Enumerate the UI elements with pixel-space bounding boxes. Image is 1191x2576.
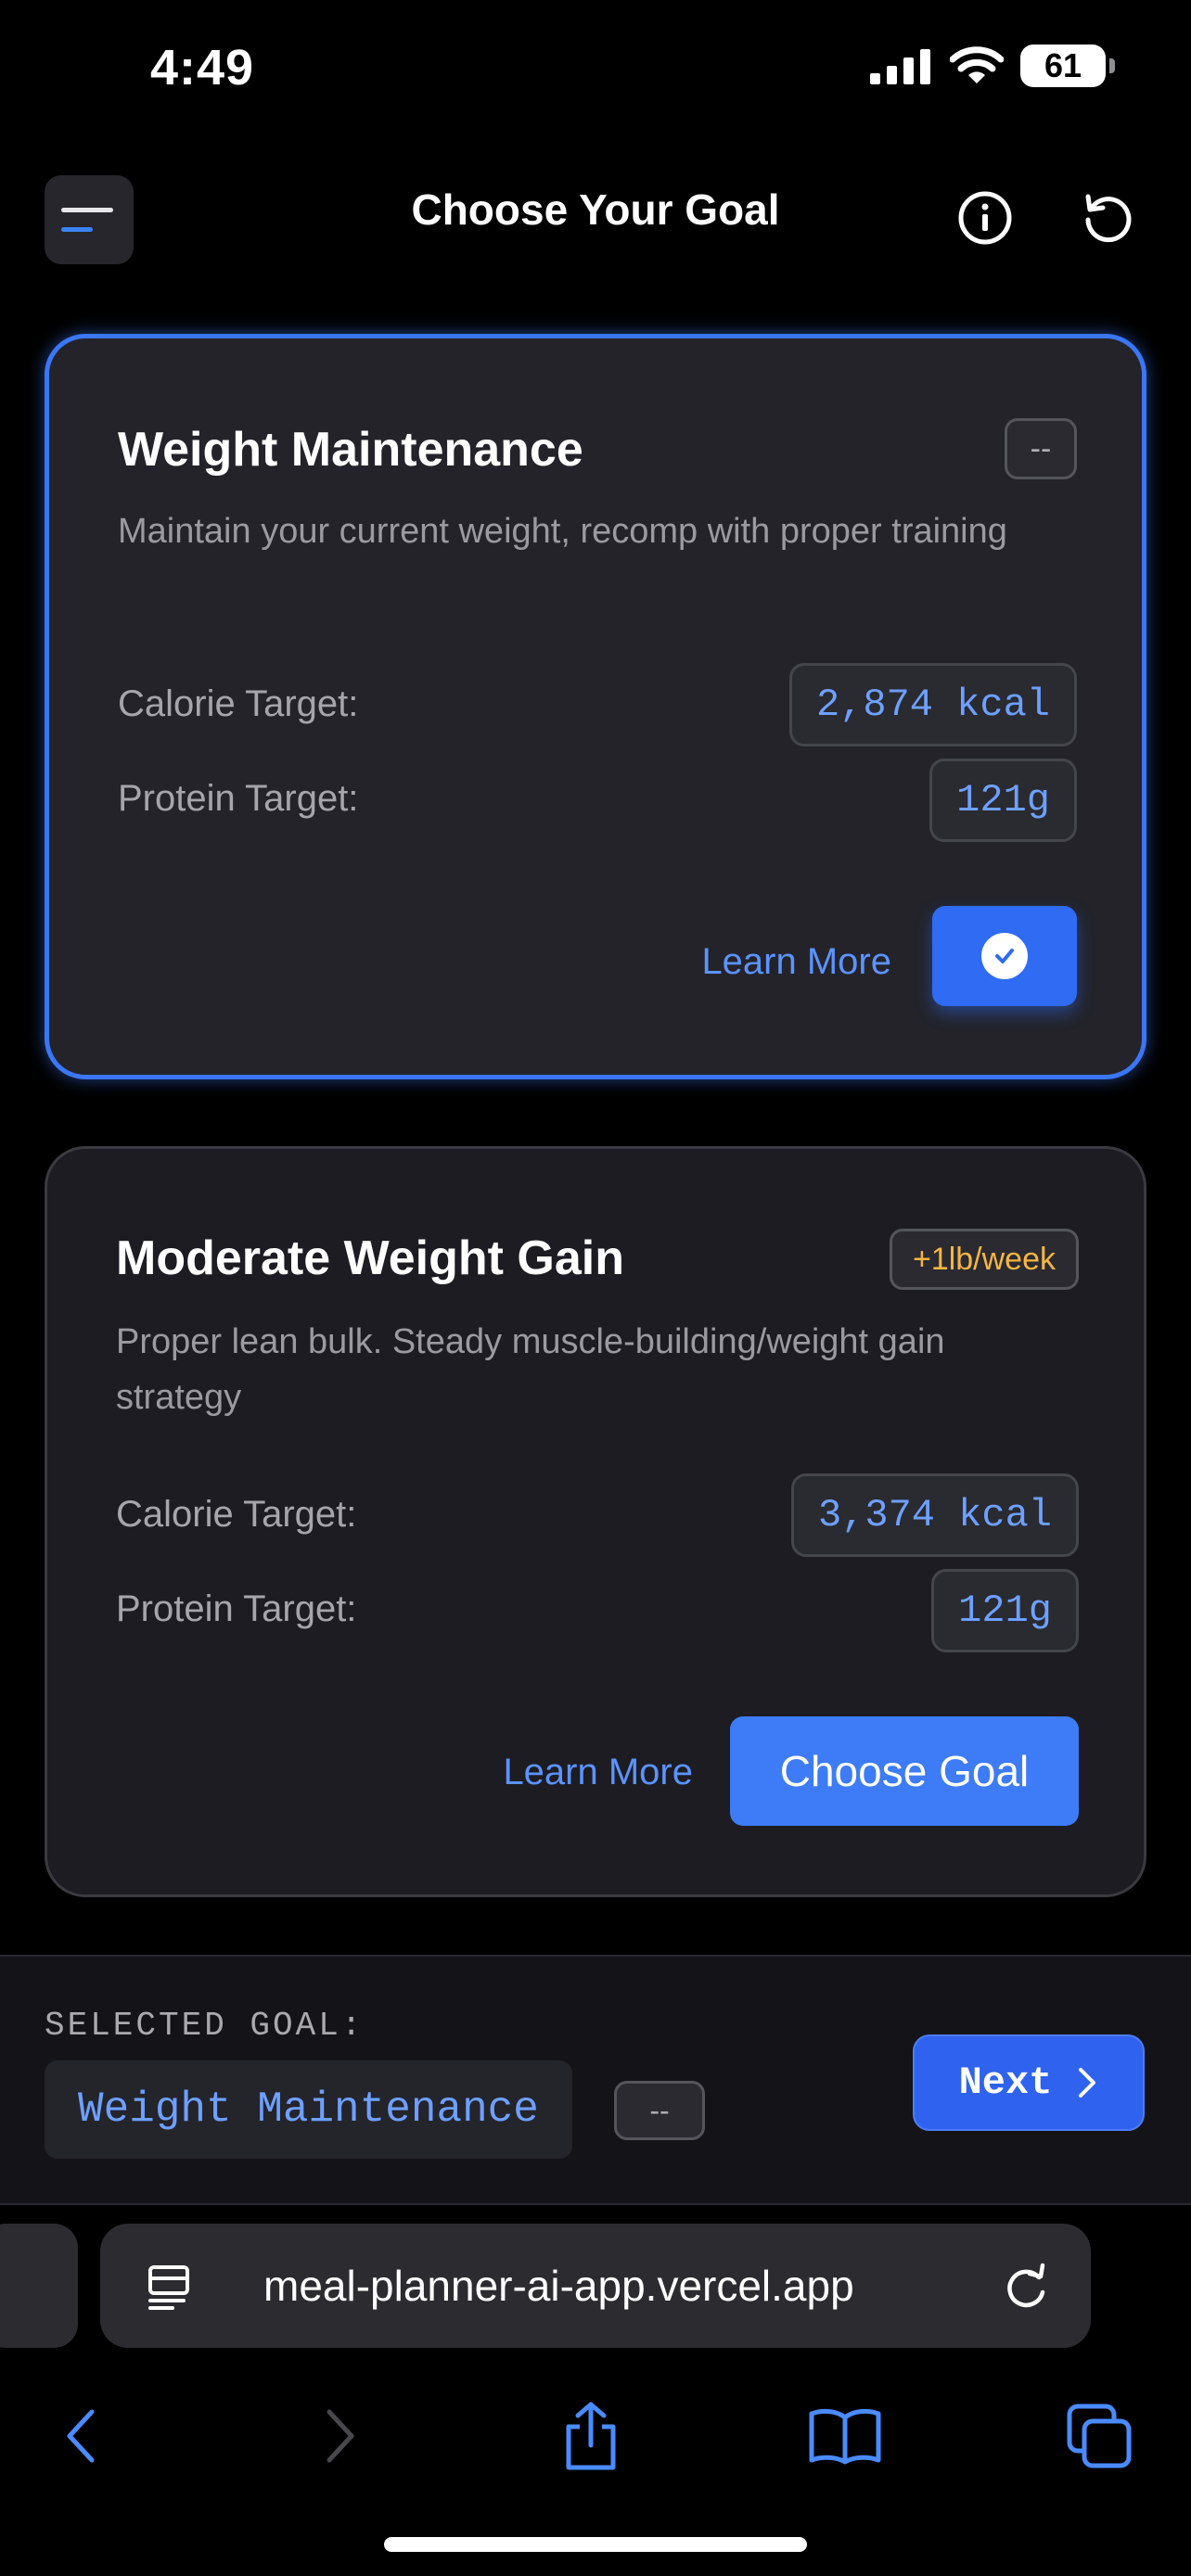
back-button[interactable] [39,2394,122,2478]
check-icon [981,933,1028,979]
goal-title: Moderate Weight Gain [116,1231,624,1285]
next-label: Next [958,2060,1053,2105]
calorie-target-value: 2,874 kcal [788,663,1077,746]
selected-goal-name: Weight Maintenance [45,2060,572,2159]
battery-icon: 61 [1020,45,1115,87]
info-icon [958,191,1012,245]
bookmarks-icon [809,2408,881,2465]
goal-description: Maintain your current weight, recomp wit… [118,512,1007,551]
goal-card-moderate-weight-gain[interactable]: Moderate Weight Gain +1lb/week Proper le… [45,1146,1146,1897]
choose-goal-button[interactable]: Choose Goal [730,1716,1079,1826]
learn-more-link[interactable]: Learn More [701,941,891,983]
selected-goal-caption: SELECTED GOAL: [45,2007,365,2045]
tabs-icon [1067,2404,1132,2468]
home-indicator [384,2537,807,2552]
calorie-target-label: Calorie Target: [118,683,359,724]
learn-more-link[interactable]: Learn More [503,1752,693,1793]
selected-goal-bar: SELECTED GOAL: Weight Maintenance -- Nex… [0,1955,1191,2205]
bookmarks-button[interactable] [803,2394,887,2478]
chevron-right-icon [1079,2068,1096,2098]
status-icons: 61 [870,45,1115,87]
protein-target-label: Protein Target: [116,1588,357,1629]
calorie-target-value: 3,374 kcal [790,1473,1079,1557]
protein-target-value: 121g [931,1569,1079,1652]
protein-target-value: 121g [929,759,1077,842]
selected-goal-rate-badge: -- [614,2081,705,2140]
goal-title: Weight Maintenance [118,423,583,477]
browser-chrome: meal-planner-ai-app.vercel.app [0,2207,1191,2576]
rate-badge: +1lb/week [889,1229,1079,1290]
address-bar[interactable]: meal-planner-ai-app.vercel.app [100,2224,1091,2348]
previous-tab-peek[interactable] [0,2224,78,2348]
reset-button[interactable] [1072,183,1143,253]
share-button[interactable] [549,2394,633,2478]
url-text: meal-planner-ai-app.vercel.app [263,2262,854,2310]
protein-target-label: Protein Target: [118,778,359,819]
next-button[interactable]: Next [913,2034,1145,2131]
forward-icon [327,2409,354,2463]
status-bar: 4:49 61 [0,0,1191,139]
reader-icon[interactable] [147,2264,191,2310]
battery-level: 61 [1044,46,1082,84]
selected-goal-button[interactable] [932,906,1077,1006]
back-icon [67,2409,95,2463]
info-button[interactable] [950,183,1020,253]
app-header: Choose Your Goal [0,172,1191,264]
reset-icon [1085,194,1132,243]
reload-icon[interactable] [1002,2261,1050,2313]
rate-badge: -- [1005,418,1077,479]
calorie-target-label: Calorie Target: [116,1494,357,1535]
signal-icon [870,49,930,84]
tabs-button[interactable] [1057,2394,1141,2478]
wifi-icon [950,46,1004,83]
browser-toolbar [0,2374,1191,2494]
goal-card-weight-maintenance[interactable]: Weight Maintenance -- Maintain your curr… [45,334,1146,1079]
goal-description: Proper lean bulk. Steady muscle-building… [116,1322,945,1417]
share-icon [566,2402,616,2470]
forward-button[interactable] [299,2394,382,2478]
checkmark-glyph [995,949,1014,963]
status-time: 4:49 [150,40,255,96]
